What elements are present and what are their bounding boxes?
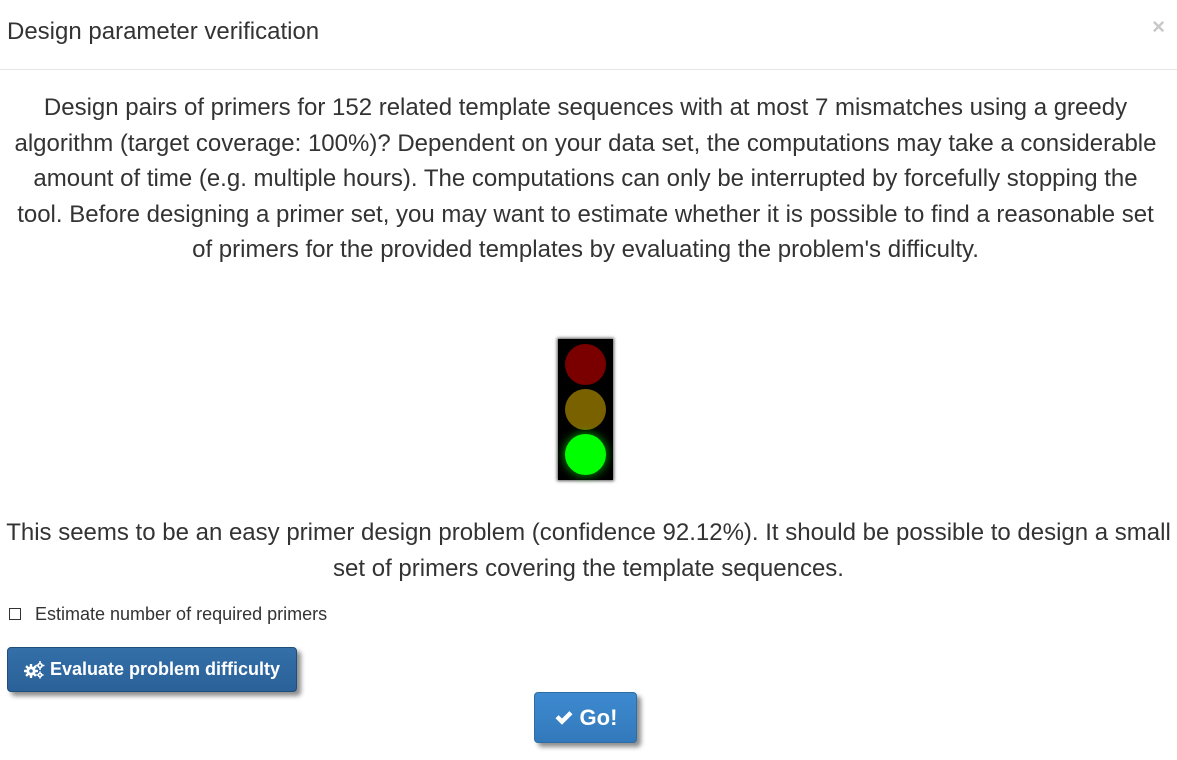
- estimate-primers-label[interactable]: Estimate number of required primers: [35, 604, 327, 625]
- checkmark-icon: [554, 709, 574, 726]
- dialog-header: Design parameter verification ×: [0, 0, 1177, 70]
- gears-icon: [23, 660, 45, 679]
- difficulty-traffic-light: [558, 339, 613, 480]
- dialog-title: Design parameter verification: [7, 18, 320, 45]
- go-button[interactable]: Go!: [534, 692, 637, 743]
- estimate-primers-checkbox[interactable]: [9, 608, 21, 620]
- yellow-lamp: [565, 389, 606, 430]
- evaluate-difficulty-button[interactable]: Evaluate problem difficulty: [7, 647, 297, 692]
- evaluate-difficulty-label: Evaluate problem difficulty: [49, 659, 281, 679]
- estimate-primers-option: Estimate number of required primers: [9, 602, 327, 626]
- design-confirmation-message: Design pairs of primers for 152 related …: [14, 94, 1157, 263]
- design-verification-dialog: Design parameter verification × Design p…: [0, 0, 1177, 760]
- red-lamp: [565, 344, 606, 385]
- green-lamp: [565, 434, 606, 475]
- go-button-label: Go!: [579, 704, 618, 730]
- difficulty-result-message: This seems to be an easy primer design p…: [6, 519, 1171, 582]
- close-button[interactable]: ×: [1152, 16, 1165, 38]
